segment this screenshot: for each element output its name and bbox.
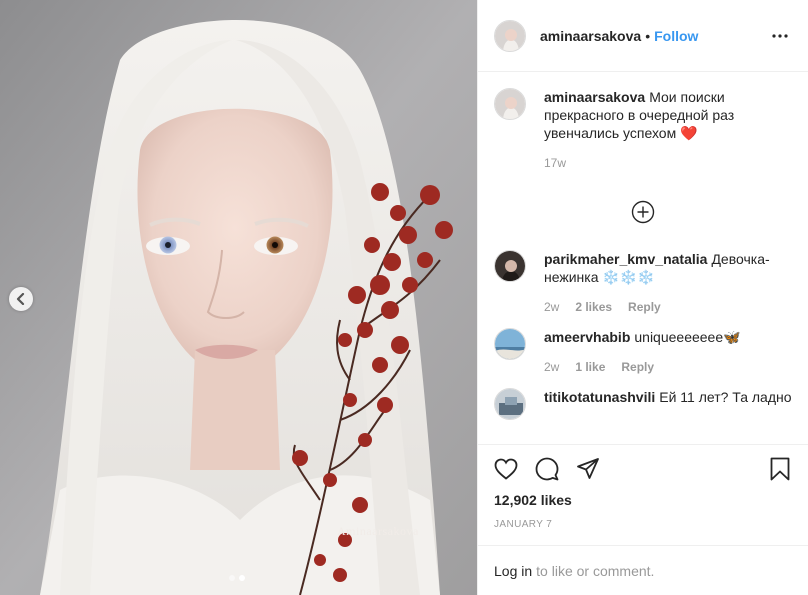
photo-watermark: Aminaarsakova xyxy=(337,524,419,538)
avatar-image xyxy=(495,251,525,281)
carousel-prev-button[interactable] xyxy=(9,287,33,311)
plus-circle-icon xyxy=(631,200,655,224)
carousel-dot xyxy=(229,575,235,581)
avatar-image xyxy=(495,20,525,51)
like-button[interactable] xyxy=(494,457,518,481)
comment-meta: 2w 1 like Reply xyxy=(544,360,792,374)
share-icon xyxy=(577,457,599,479)
reply-button[interactable]: Reply xyxy=(628,300,661,314)
heart-icon xyxy=(494,458,518,480)
load-more-comments-button[interactable] xyxy=(494,200,792,224)
follow-button[interactable]: Follow xyxy=(654,28,698,44)
login-prompt-text: to like or comment. xyxy=(536,562,655,579)
comment-meta: 2w 2 likes Reply xyxy=(544,300,792,314)
more-options-button[interactable] xyxy=(768,24,792,48)
carousel-dot-active xyxy=(239,575,245,581)
share-button[interactable] xyxy=(576,457,600,481)
login-link[interactable]: Log in xyxy=(494,563,532,579)
comment-username[interactable]: titikotatunashvili xyxy=(544,389,655,405)
comment-icon xyxy=(535,457,559,480)
comment-text: uniqueeeeeee🦋 xyxy=(634,329,741,345)
avatar-image xyxy=(495,329,525,359)
comment-item: titikotatunashvili Ей 11 лет? Та ладно xyxy=(494,388,792,420)
comment-text: Ей 11 лет? Та ладно xyxy=(659,389,792,405)
header-separator: • xyxy=(645,27,651,44)
post-date[interactable]: JANUARY 7 xyxy=(478,519,808,533)
post-actions-bar xyxy=(478,444,808,492)
reply-button[interactable]: Reply xyxy=(621,360,654,374)
comment-item: ameervhabib uniqueeeeeee🦋 2w 1 like Reply xyxy=(494,328,792,374)
avatar-image xyxy=(495,389,525,419)
heart-emoji: ❤️ xyxy=(680,125,698,141)
bookmark-icon xyxy=(770,457,790,480)
post-header: aminaarsakova • Follow xyxy=(478,0,808,72)
commenter-avatar[interactable] xyxy=(494,250,526,282)
author-username[interactable]: aminaarsakova xyxy=(540,28,641,44)
portrait-image xyxy=(0,0,477,595)
comment-username[interactable]: ameervhabib xyxy=(544,329,630,345)
commenter-avatar[interactable] xyxy=(494,388,526,420)
likes-count[interactable]: 12,902 likes xyxy=(478,492,808,510)
more-horizontal-icon xyxy=(772,33,788,38)
comment-time[interactable]: 2w xyxy=(544,360,559,374)
carousel-indicator xyxy=(229,575,245,581)
comment-likes[interactable]: 1 like xyxy=(575,360,605,374)
comments-list[interactable]: aminaarsakova Мои поиски прекрасного в оч… xyxy=(478,72,808,444)
chevron-left-icon xyxy=(16,293,25,305)
post-photo[interactable]: Aminaarsakova xyxy=(0,0,477,595)
post-side-panel: aminaarsakova • Follow aminaarsakova Мои… xyxy=(477,0,808,595)
comment-username[interactable]: parikmaher_kmv_natalia xyxy=(544,251,707,267)
caption-avatar[interactable] xyxy=(494,88,526,120)
avatar-image xyxy=(495,89,525,119)
comment-item: parikmaher_kmv_natalia Девочка-нежинка ❄️… xyxy=(494,250,792,314)
caption-username[interactable]: aminaarsakova xyxy=(544,89,645,105)
login-prompt: Log in to like or comment. xyxy=(478,545,808,595)
comment-likes[interactable]: 2 likes xyxy=(575,300,612,314)
caption-time[interactable]: 17w xyxy=(544,156,566,170)
caption-meta: 17w xyxy=(544,156,792,170)
caption: aminaarsakova Мои поиски прекрасного в оч… xyxy=(494,88,792,170)
comment-time[interactable]: 2w xyxy=(544,300,559,314)
commenter-avatar[interactable] xyxy=(494,328,526,360)
comment-button[interactable] xyxy=(535,457,559,481)
author-avatar[interactable] xyxy=(494,19,526,52)
save-button[interactable] xyxy=(768,457,792,481)
instagram-post-modal: Aminaarsakova aminaarsakova • Follow ami… xyxy=(0,0,808,595)
